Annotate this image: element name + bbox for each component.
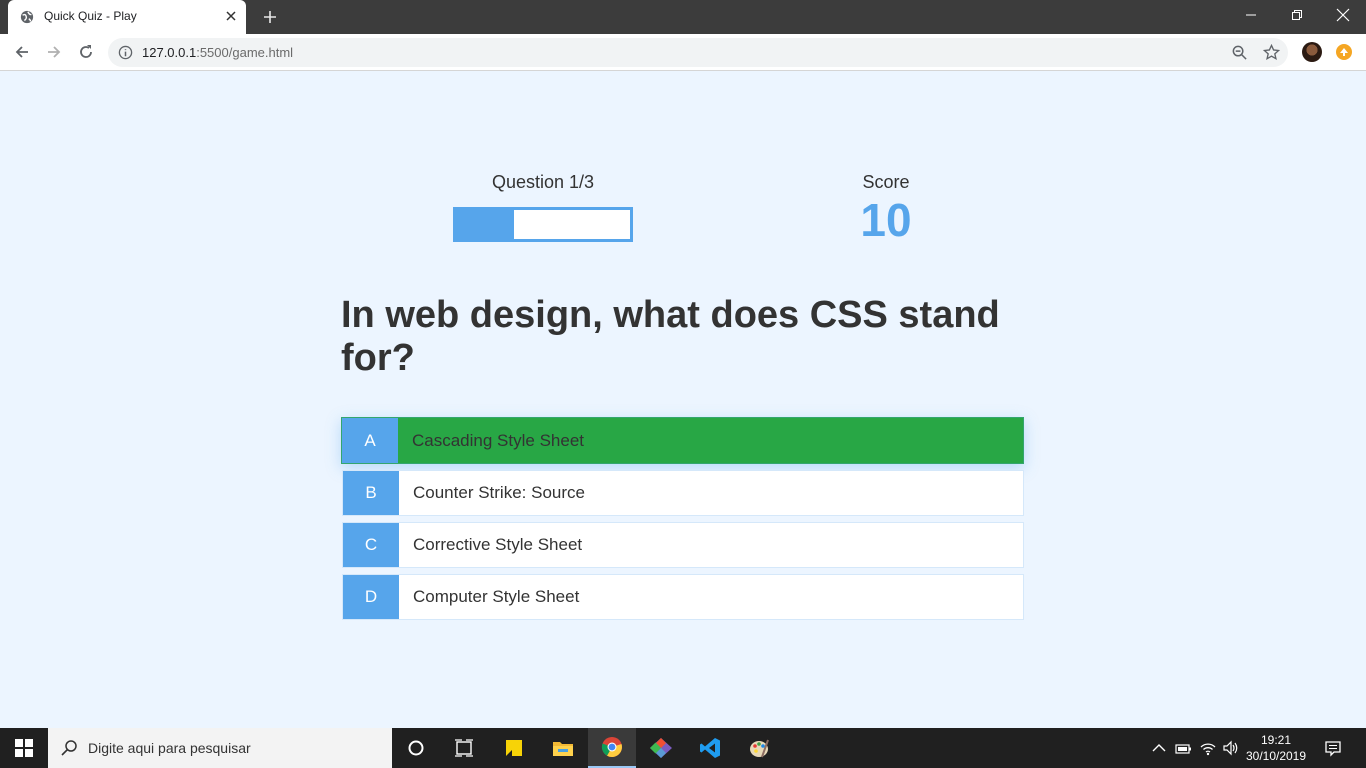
vscode-icon [700, 738, 720, 758]
search-placeholder: Digite aqui para pesquisar [88, 740, 251, 756]
info-icon[interactable] [118, 45, 133, 60]
choice-a[interactable]: A Cascading Style Sheet [341, 417, 1024, 464]
task-view-button[interactable] [440, 728, 488, 768]
system-clock[interactable]: 19:21 30/10/2019 [1240, 732, 1312, 764]
chevron-up-icon[interactable] [1150, 739, 1168, 757]
progress-bar [453, 207, 633, 242]
browser-tab-bar: Quick Quiz - Play [0, 0, 1366, 34]
paint-palette-icon [750, 739, 769, 758]
vscode-app[interactable] [686, 728, 734, 768]
choice-b[interactable]: B Counter Strike: Source [342, 470, 1024, 516]
tab-title: Quick Quiz - Play [44, 9, 137, 23]
globe-icon [20, 10, 34, 24]
choice-text: Corrective Style Sheet [413, 535, 583, 554]
clock-time: 19:21 [1260, 733, 1292, 747]
notifications-icon[interactable] [1324, 739, 1342, 757]
progress-bar-full [456, 210, 514, 239]
task-view-icon [455, 739, 473, 757]
restore-icon [1292, 10, 1302, 20]
url-host: 127.0.0.1 [142, 45, 197, 60]
zoom-icon[interactable] [1231, 44, 1248, 61]
url-path: :5500/game.html [196, 45, 294, 60]
score-label: Score [862, 172, 910, 192]
start-button[interactable] [0, 728, 48, 768]
extension-icon[interactable] [1336, 44, 1352, 60]
minimize-button[interactable] [1228, 0, 1274, 30]
choice-text: Counter Strike: Source [413, 483, 585, 502]
progress-text: Question 1/3 [491, 172, 595, 192]
url-text: 127.0.0.1:5500/game.html [142, 45, 293, 60]
choice-prefix: C [343, 523, 399, 567]
question-text: In web design, what does CSS stand for? [341, 294, 1000, 379]
choice-text: Cascading Style Sheet [412, 430, 584, 450]
choice-prefix: D [343, 575, 399, 619]
choice-prefix: B [343, 471, 399, 515]
volume-icon[interactable] [1222, 739, 1240, 757]
restore-button[interactable] [1274, 0, 1320, 30]
address-bar[interactable]: 127.0.0.1:5500/game.html [108, 38, 1288, 67]
choice-text: Computer Style Sheet [413, 587, 580, 606]
taskbar-search[interactable]: Digite aqui para pesquisar [48, 728, 392, 768]
cortana-button[interactable] [392, 728, 440, 768]
star-icon[interactable] [1263, 44, 1280, 61]
profile-avatar[interactable] [1302, 42, 1322, 62]
windows-logo-icon [15, 739, 33, 757]
close-tab-icon[interactable] [224, 9, 238, 23]
paint-app[interactable] [735, 728, 783, 768]
minimize-icon [1246, 14, 1256, 16]
reload-icon [80, 45, 92, 58]
choice-d[interactable]: D Computer Style Sheet [342, 574, 1024, 620]
sticky-notes-app[interactable] [490, 728, 538, 768]
browser-toolbar: 127.0.0.1:5500/game.html [0, 34, 1366, 71]
close-icon [1336, 8, 1350, 22]
chrome-app[interactable] [588, 728, 636, 768]
arrow-left-icon [15, 46, 28, 58]
folder-icon [553, 742, 573, 756]
cortana-icon [408, 740, 424, 756]
wifi-icon[interactable] [1199, 739, 1217, 757]
new-tab-icon[interactable] [262, 9, 278, 25]
chrome-icon [601, 737, 622, 758]
choice-prefix: A [342, 418, 398, 463]
search-icon [61, 740, 77, 756]
git-icon [650, 738, 672, 758]
taskbar: Digite aqui para pesquisar 19:21 30/10/2… [0, 728, 1366, 768]
file-explorer-app[interactable] [539, 728, 587, 768]
clock-date: 30/10/2019 [1245, 749, 1307, 763]
forward-button[interactable] [44, 42, 64, 62]
arrow-right-icon [48, 46, 61, 58]
battery-icon[interactable] [1174, 739, 1192, 757]
score-value: 10 [860, 194, 912, 246]
git-app[interactable] [637, 728, 685, 768]
reload-button[interactable] [76, 42, 96, 62]
hud-score: Score 10 [826, 172, 946, 247]
back-button[interactable] [12, 42, 32, 62]
hud-question-counter: Question 1/3 [453, 172, 633, 193]
arrow-up-icon [1340, 48, 1348, 56]
browser-tab[interactable]: Quick Quiz - Play [8, 0, 246, 34]
choice-c[interactable]: C Corrective Style Sheet [342, 522, 1024, 568]
close-window-button[interactable] [1320, 0, 1366, 30]
sticky-notes-icon [506, 740, 522, 756]
